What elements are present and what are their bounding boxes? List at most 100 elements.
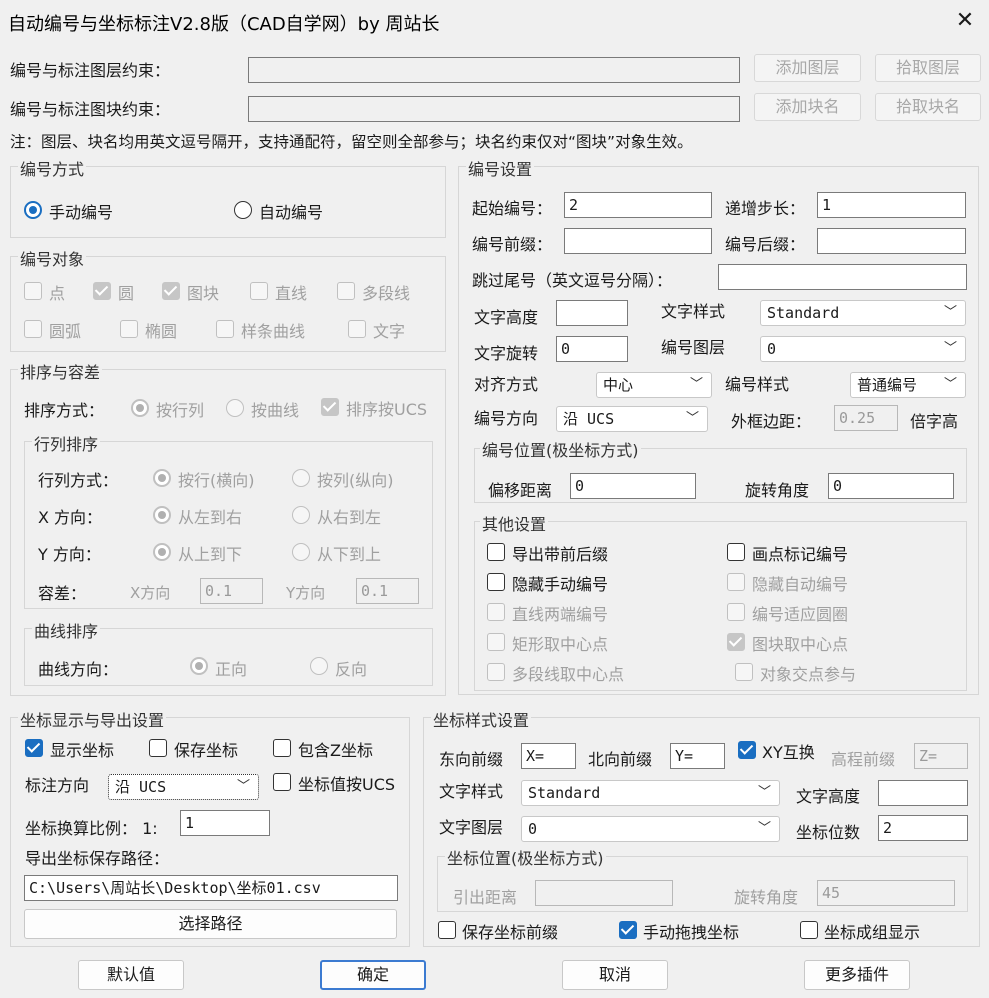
more-plugins-button[interactable]: 更多插件 xyxy=(804,960,910,990)
coord-text-height-input[interactable] xyxy=(878,780,968,806)
num-layer-select[interactable]: 0 ﹀ xyxy=(760,336,966,362)
frame-margin-label: 外框边距： xyxy=(731,412,812,431)
coord-by-ucs-checkbox[interactable] xyxy=(273,773,291,791)
curve-reverse-radio[interactable] xyxy=(310,657,328,675)
coord-digits-input[interactable]: 2 xyxy=(878,815,968,841)
manual-drag-checkbox[interactable] xyxy=(619,921,637,939)
manual-numbering-radio[interactable] xyxy=(24,201,42,219)
point-checkbox[interactable] xyxy=(24,282,42,300)
align-select[interactable]: 中心 ﹀ xyxy=(596,372,712,398)
manual-drag-label: 手动拖拽坐标 xyxy=(643,923,740,942)
polyline-checkbox[interactable] xyxy=(337,282,355,300)
east-prefix-input[interactable]: X= xyxy=(521,743,576,769)
start-number-input[interactable]: 2 xyxy=(564,192,712,218)
num-text-rotation-input[interactable]: 0 xyxy=(556,336,628,362)
include-z-checkbox[interactable] xyxy=(273,739,291,757)
add-layer-button[interactable]: 添加图层 xyxy=(754,54,861,82)
close-icon[interactable]: ✕ xyxy=(948,4,982,38)
fit-circle-checkbox[interactable] xyxy=(727,603,745,621)
sort-by-ucs-checkbox[interactable] xyxy=(321,398,339,416)
layer-constraint-label: 编号与标注图层约束： xyxy=(10,61,171,80)
x-right-left-radio[interactable] xyxy=(292,506,310,524)
block-constraint-input[interactable] xyxy=(248,96,740,122)
curve-reverse-label: 反向 xyxy=(335,660,368,679)
default-button[interactable]: 默认值 xyxy=(78,960,184,990)
save-coord-prefix-checkbox[interactable] xyxy=(438,921,456,939)
x-direction-label: X 方向： xyxy=(38,508,103,527)
coord-text-layer-select[interactable]: 0 ﹀ xyxy=(521,816,780,842)
num-layer-label: 编号图层 xyxy=(661,338,726,357)
add-block-button[interactable]: 添加块名 xyxy=(754,93,861,121)
group-display-label: 坐标成组显示 xyxy=(824,923,921,942)
num-rotation-angle-label: 旋转角度 xyxy=(745,481,810,500)
pline-center-checkbox[interactable] xyxy=(487,663,505,681)
hide-manual-checkbox[interactable] xyxy=(487,573,505,591)
lead-distance-input[interactable] xyxy=(535,880,673,906)
save-coord-checkbox[interactable] xyxy=(149,739,167,757)
num-rotation-angle-input[interactable]: 0 xyxy=(828,473,954,499)
arc-checkbox[interactable] xyxy=(24,320,42,338)
line-checkbox[interactable] xyxy=(250,282,268,300)
north-prefix-label: 北向前缀 xyxy=(588,750,653,769)
text-label: 文字 xyxy=(373,322,406,341)
cancel-button[interactable]: 取消 xyxy=(562,960,668,990)
by-row-radio[interactable] xyxy=(153,469,171,487)
curve-direction-label: 曲线方向： xyxy=(38,660,119,679)
y-bottom-top-radio[interactable] xyxy=(292,543,310,561)
offset-distance-input[interactable]: 0 xyxy=(570,473,696,499)
north-prefix-input[interactable]: Y= xyxy=(670,743,725,769)
rect-center-checkbox[interactable] xyxy=(487,633,505,651)
scale-input[interactable]: 1 xyxy=(180,810,270,836)
coord-rotation-input[interactable]: 45 xyxy=(817,880,955,906)
block-center-checkbox[interactable] xyxy=(727,633,745,651)
pick-layer-button[interactable]: 拾取图层 xyxy=(875,54,981,82)
frame-margin-input[interactable]: 0.25 xyxy=(834,405,898,431)
polyline-label: 多段线 xyxy=(362,284,411,303)
num-direction-select[interactable]: 沿 UCS ﹀ xyxy=(556,406,708,432)
sort-by-row-radio[interactable] xyxy=(131,399,149,417)
show-coord-checkbox[interactable] xyxy=(25,739,43,757)
prefix-input[interactable] xyxy=(564,228,712,254)
choose-path-button[interactable]: 选择路径 xyxy=(24,909,397,939)
coord-text-style-select[interactable]: Standard ﹀ xyxy=(521,780,780,806)
layer-constraint-input[interactable] xyxy=(248,57,740,83)
constraint-note: 注：图层、块名均用英文逗号隔开，支持通配符，留空则全部参与；块名约束仅对“图块”… xyxy=(10,133,693,151)
sort-by-curve-radio[interactable] xyxy=(226,399,244,417)
include-z-label: 包含Z坐标 xyxy=(298,741,373,760)
circle-checkbox[interactable] xyxy=(93,282,111,300)
num-text-height-input[interactable] xyxy=(556,300,628,326)
spline-checkbox[interactable] xyxy=(216,320,234,338)
export-prefix-suffix-checkbox[interactable] xyxy=(487,543,505,561)
align-label: 对齐方式 xyxy=(474,375,539,394)
rowcol-mode-label: 行列方式： xyxy=(38,471,119,490)
hide-auto-checkbox[interactable] xyxy=(727,573,745,591)
tolerance-x-input[interactable]: 0.1 xyxy=(200,578,263,604)
step-input[interactable]: 1 xyxy=(817,192,966,218)
by-col-radio[interactable] xyxy=(292,469,310,487)
x-left-right-radio[interactable] xyxy=(153,506,171,524)
export-path-input[interactable]: C:\Users\周站长\Desktop\坐标01.csv xyxy=(24,875,398,901)
block-checkbox[interactable] xyxy=(162,282,180,300)
elevation-prefix-input[interactable]: Z= xyxy=(914,743,968,769)
label-direction-select[interactable]: 沿 UCS ﹀ xyxy=(108,774,259,800)
curve-forward-radio[interactable] xyxy=(190,657,208,675)
group-display-checkbox[interactable] xyxy=(800,921,818,939)
coord-text-style-value: Standard xyxy=(528,784,601,802)
pick-block-button[interactable]: 拾取块名 xyxy=(875,93,981,121)
ok-button[interactable]: 确定 xyxy=(320,960,426,990)
num-text-style-select[interactable]: Standard ﹀ xyxy=(760,300,966,326)
line-ends-checkbox[interactable] xyxy=(487,603,505,621)
point-label: 点 xyxy=(49,284,66,303)
text-checkbox[interactable] xyxy=(348,320,366,338)
suffix-input[interactable] xyxy=(817,228,966,254)
draw-point-mark-checkbox[interactable] xyxy=(727,543,745,561)
ellipse-checkbox[interactable] xyxy=(120,320,138,338)
tolerance-y-input[interactable]: 0.1 xyxy=(356,578,419,604)
skip-tail-input[interactable] xyxy=(718,264,967,290)
auto-numbering-radio[interactable] xyxy=(234,201,252,219)
y-top-bottom-radio[interactable] xyxy=(153,543,171,561)
xy-swap-checkbox[interactable] xyxy=(738,741,756,759)
num-style-select[interactable]: 普通编号 ﹀ xyxy=(850,372,966,398)
intersection-checkbox[interactable] xyxy=(735,663,753,681)
objects-title: 编号对象 xyxy=(18,246,87,270)
